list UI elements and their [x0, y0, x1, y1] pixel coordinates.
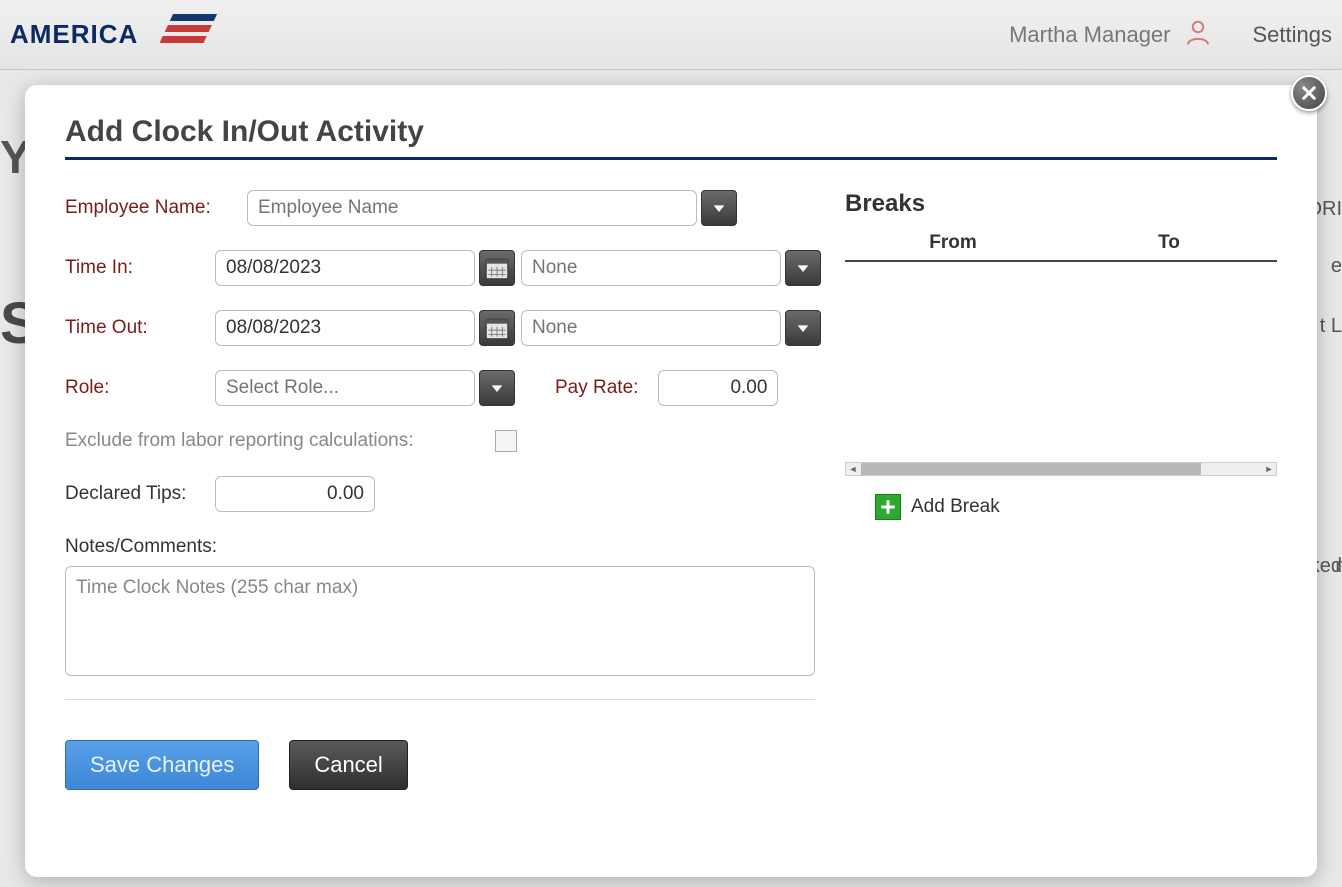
user-icon[interactable]	[1183, 17, 1213, 52]
button-row: Save Changes Cancel	[65, 740, 825, 790]
time-in-date[interactable]	[215, 250, 475, 286]
label-notes: Notes/Comments:	[65, 536, 825, 558]
chevron-down-icon	[795, 260, 811, 276]
employee-dropdown-button[interactable]	[701, 190, 737, 226]
breaks-pane: Breaks From To ◄ ► Add Break	[845, 190, 1277, 790]
close-button[interactable]	[1291, 75, 1327, 111]
role-dropdown-button[interactable]	[479, 370, 515, 406]
role-select[interactable]	[215, 370, 475, 406]
add-break-button[interactable]: Add Break	[875, 494, 1277, 520]
breaks-col-to: To	[1061, 232, 1277, 254]
label-role: Role:	[65, 377, 215, 399]
modal-title: Add Clock In/Out Activity	[65, 115, 1277, 160]
breaks-headers: From To	[845, 232, 1277, 262]
save-button[interactable]: Save Changes	[65, 740, 259, 790]
brand-logo-icon	[152, 12, 224, 57]
chevron-down-icon	[711, 200, 727, 216]
row-exclude: Exclude from labor reporting calculation…	[65, 430, 825, 452]
label-pay-rate: Pay Rate:	[555, 377, 638, 399]
calendar-icon	[484, 255, 510, 281]
top-bar: AMERICA Martha Manager Settings	[0, 0, 1342, 70]
scroll-track	[861, 463, 1261, 475]
row-employee: Employee Name:	[65, 190, 825, 226]
row-notes: Notes/Comments:	[65, 536, 825, 681]
exclude-checkbox[interactable]	[495, 430, 517, 452]
cancel-button[interactable]: Cancel	[289, 740, 407, 790]
scroll-left-icon: ◄	[846, 463, 860, 475]
divider	[65, 699, 815, 700]
calendar-icon	[484, 315, 510, 341]
form-left-pane: Employee Name: Time In:	[65, 190, 825, 790]
breaks-table-body	[845, 262, 1277, 462]
plus-icon	[875, 494, 901, 520]
time-in-time[interactable]	[521, 250, 781, 286]
breaks-title: Breaks	[845, 190, 1277, 218]
add-break-label: Add Break	[911, 496, 1000, 518]
user-name[interactable]: Martha Manager	[1009, 22, 1170, 48]
time-out-time-dropdown[interactable]	[785, 310, 821, 346]
row-time-out: Time Out:	[65, 310, 825, 346]
row-declared-tips: Declared Tips:	[65, 476, 825, 512]
scroll-right-icon: ►	[1262, 463, 1276, 475]
time-out-time[interactable]	[521, 310, 781, 346]
time-out-date[interactable]	[215, 310, 475, 346]
label-employee: Employee Name:	[65, 197, 247, 219]
breaks-scrollbar[interactable]: ◄ ►	[845, 462, 1277, 476]
breaks-col-from: From	[845, 232, 1061, 254]
row-role: Role: Pay Rate:	[65, 370, 825, 406]
close-icon	[1300, 84, 1318, 102]
pay-rate-input[interactable]	[658, 370, 778, 406]
chevron-down-icon	[489, 380, 505, 396]
bg-text-r3: t L	[1320, 315, 1342, 338]
brand-text: AMERICA	[10, 19, 138, 50]
time-in-calendar-button[interactable]	[479, 250, 515, 286]
label-exclude: Exclude from labor reporting calculation…	[65, 430, 495, 452]
notes-textarea[interactable]	[65, 566, 815, 676]
chevron-down-icon	[795, 320, 811, 336]
add-clock-modal: Add Clock In/Out Activity Employee Name:…	[25, 85, 1317, 877]
time-out-calendar-button[interactable]	[479, 310, 515, 346]
time-in-time-dropdown[interactable]	[785, 250, 821, 286]
label-time-out: Time Out:	[65, 317, 215, 339]
bg-text-r2: e	[1331, 255, 1342, 278]
row-time-in: Time In:	[65, 250, 825, 286]
employee-select[interactable]	[247, 190, 697, 226]
label-time-in: Time In:	[65, 257, 215, 279]
declared-tips-input[interactable]	[215, 476, 375, 512]
settings-link[interactable]: Settings	[1253, 22, 1333, 48]
label-declared-tips: Declared Tips:	[65, 483, 215, 505]
